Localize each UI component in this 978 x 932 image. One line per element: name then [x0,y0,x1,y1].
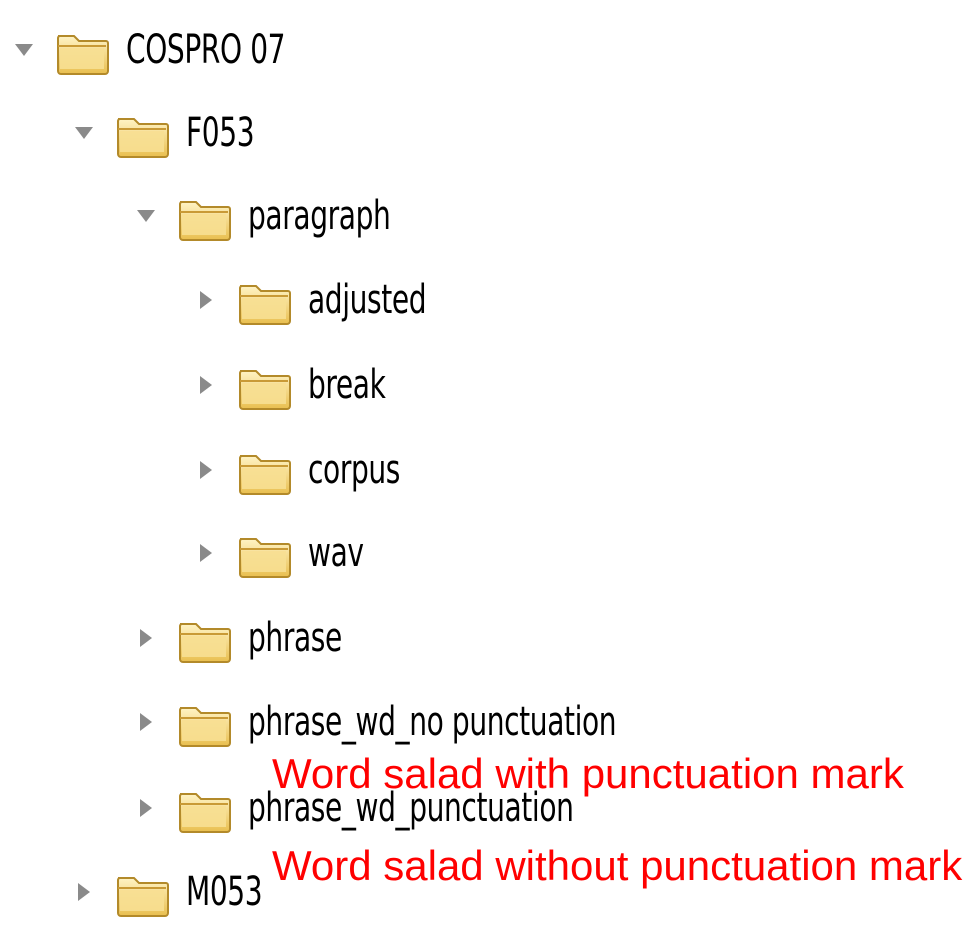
folder-icon [54,22,110,78]
expand-toggle[interactable] [122,768,170,848]
triangle-right-icon [140,799,152,817]
triangle-down-icon [137,210,155,222]
tree-item-f053[interactable]: F053 [60,93,273,173]
tree-item-label: wav [308,530,364,576]
tree-item-cospro07[interactable]: COSPRO 07 [0,10,330,90]
expand-toggle[interactable] [122,176,170,256]
expand-toggle[interactable] [122,598,170,678]
expand-toggle[interactable] [182,513,230,593]
triangle-right-icon [140,713,152,731]
triangle-down-icon [15,44,33,56]
triangle-right-icon [140,629,152,647]
expand-toggle[interactable] [182,430,230,510]
tree-item-corpus[interactable]: corpus [182,430,426,510]
tree-item-label: adjusted [308,277,427,323]
expand-toggle[interactable] [182,260,230,340]
expand-toggle[interactable] [0,10,48,90]
tree-item-wav[interactable]: wav [182,513,379,593]
tree-item-paragraph[interactable]: paragraph [122,176,431,256]
tree-item-label: COSPRO 07 [126,27,286,73]
folder-icon [176,780,232,836]
triangle-right-icon [200,291,212,309]
folder-icon [114,105,170,161]
tree-item-label: phrase_wd_no punctuation [248,699,617,745]
tree-item-label: M053 [186,869,263,915]
triangle-right-icon [200,376,212,394]
annotation-without-punctuation: Word salad without punctuation mark [272,842,963,889]
tree-item-label: paragraph [248,193,391,239]
folder-icon [176,694,232,750]
folder-icon [114,864,170,920]
tree-item-label: break [308,362,386,408]
folder-icon [176,188,232,244]
triangle-down-icon [75,127,93,139]
folder-icon [236,442,292,498]
tree-item-m053[interactable]: M053 [60,852,284,932]
triangle-right-icon [200,461,212,479]
tree-item-label: corpus [308,447,401,493]
triangle-right-icon [78,883,90,901]
tree-item-break[interactable]: break [182,345,407,425]
folder-icon [236,357,292,413]
expand-toggle[interactable] [60,93,108,173]
tree-item-phrase[interactable]: phrase [122,598,368,678]
folder-icon [236,272,292,328]
expand-toggle[interactable] [182,345,230,425]
expand-toggle[interactable] [60,852,108,932]
annotation-with-punctuation: Word salad with punctuation mark [272,750,904,797]
expand-toggle[interactable] [122,682,170,762]
tree-item-adjusted[interactable]: adjusted [182,260,460,340]
folder-icon [236,525,292,581]
folder-icon [176,610,232,666]
tree-item-label: phrase [248,615,342,661]
tree-item-label: F053 [186,110,255,156]
triangle-right-icon [200,544,212,562]
